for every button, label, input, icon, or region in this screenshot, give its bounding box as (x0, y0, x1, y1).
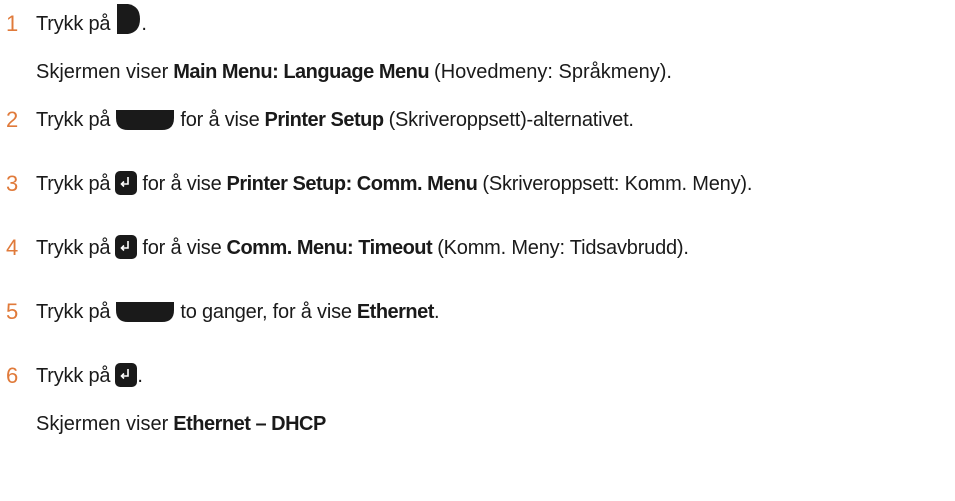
result-text: Skjermen viser (36, 61, 169, 83)
step-text: Trykk på (36, 173, 111, 195)
step-text-end: . (141, 13, 147, 35)
enter-button-icon (115, 171, 138, 195)
step-number: 5 (6, 299, 19, 324)
enter-button-icon (115, 363, 138, 387)
step-text-end: . (433, 301, 440, 323)
step-text: for å vise (142, 237, 222, 259)
option-translation: (Komm. Meny: Tidsavbrudd). (437, 237, 689, 259)
step-number: 4 (6, 235, 19, 260)
step-text: Trykk på (36, 109, 111, 131)
next-button-icon (117, 4, 141, 34)
option-name: Comm. Menu: Timeout (226, 237, 433, 259)
option-translation: (Skriveroppsett)-alternativet. (388, 109, 634, 131)
step-2: 2 Trykk på for å vise Printer Setup (Skr… (0, 96, 634, 132)
option-translation: (Skriveroppsett: Komm. Meny). (482, 173, 753, 195)
step-text: for å vise (180, 109, 260, 131)
result-text: Skjermen viser (36, 413, 169, 435)
step-text: Trykk på (36, 237, 111, 259)
option-name: Printer Setup: Comm. Menu (226, 173, 478, 195)
screen-name: Ethernet – DHCP (173, 413, 326, 435)
step-4: 4 Trykk på for å vise Comm. Menu: Timeou… (0, 224, 689, 260)
step-6-result: Skjermen viser Ethernet – DHCP (36, 400, 326, 436)
down-button-icon (116, 110, 175, 130)
step-5: 5 Trykk på to ganger, for å vise Etherne… (0, 288, 440, 324)
instruction-document: 1 Trykk på . Skjermen viser Main Menu: L… (0, 0, 955, 501)
step-number: 1 (6, 11, 19, 36)
step-text: for å vise (142, 173, 222, 195)
step-text: Trykk på (36, 301, 111, 323)
step-1-result: Skjermen viser Main Menu: Language Menu … (36, 48, 672, 84)
option-name: Printer Setup (264, 109, 385, 131)
screen-name: Main Menu: Language Menu (173, 61, 430, 83)
step-text: Trykk på (36, 365, 111, 387)
step-3: 3 Trykk på for å vise Printer Setup: Com… (0, 160, 752, 196)
step-number: 3 (6, 171, 19, 196)
screen-translation: (Hovedmeny: Språkmeny). (434, 61, 672, 83)
step-number: 6 (6, 363, 19, 388)
step-number: 2 (6, 107, 19, 132)
step-1: 1 Trykk på . (0, 0, 147, 36)
option-name: Ethernet (356, 301, 435, 323)
step-text: to ganger, for å vise (180, 301, 352, 323)
step-text: Trykk på (36, 13, 111, 35)
step-text-end: . (137, 365, 143, 387)
down-button-icon (116, 302, 175, 322)
enter-button-icon (115, 235, 138, 259)
step-6: 6 Trykk på . (0, 352, 143, 388)
